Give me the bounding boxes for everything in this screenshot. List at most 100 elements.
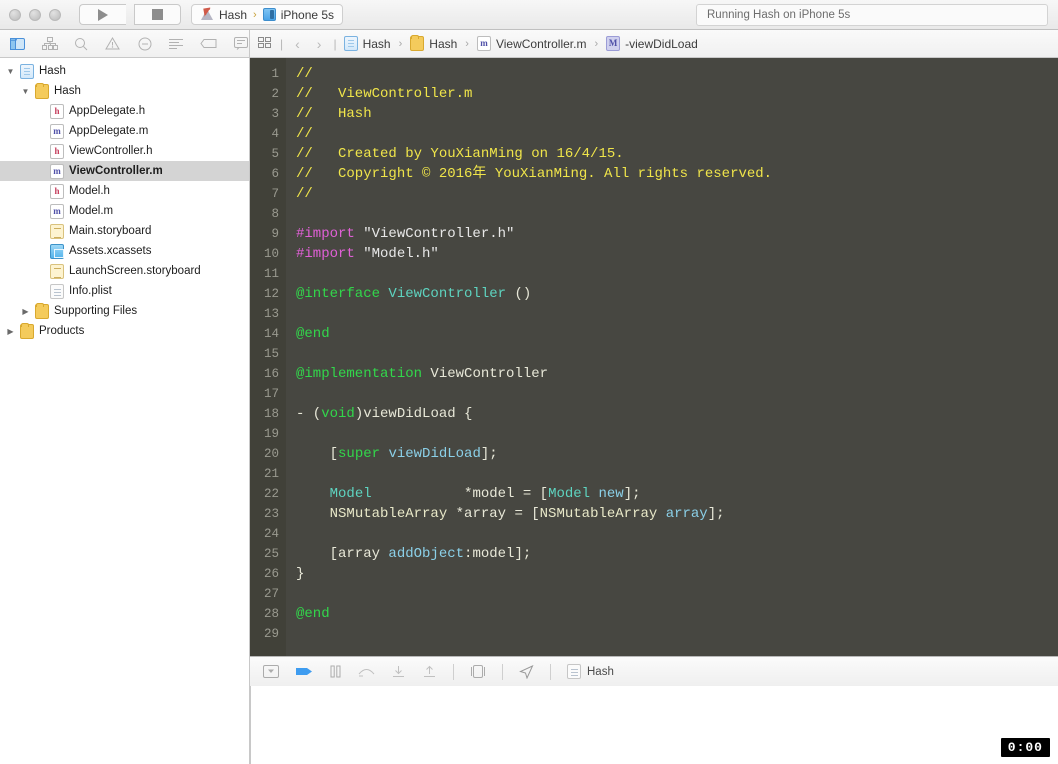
debug-view-hierarchy-icon[interactable] (295, 665, 313, 678)
line-number: 17 (263, 387, 279, 401)
scheme-selector[interactable]: Hash › iPhone 5s (191, 4, 344, 25)
code-token: *model = [ (371, 486, 549, 502)
navigator-item-hash[interactable]: Hash (0, 61, 249, 81)
code-token: Model (548, 486, 591, 502)
code-token: [array (296, 546, 389, 562)
find-navigator-icon[interactable] (74, 36, 90, 51)
line-number: 9 (271, 227, 279, 241)
code-token: #import (296, 226, 355, 242)
symbol-navigator-icon[interactable] (41, 36, 58, 51)
code-token: void (321, 406, 355, 422)
minimize-button[interactable] (29, 8, 41, 21)
step-out-icon[interactable] (422, 665, 437, 678)
navigator-item-label: ViewController.m (69, 165, 163, 177)
project-navigator-icon[interactable] (10, 36, 26, 51)
line-number: 16 (263, 367, 279, 381)
breadcrumb-chevron-icon: › (398, 37, 403, 50)
jump-forward-button[interactable]: › (312, 36, 327, 52)
destination-name: iPhone 5s (280, 7, 335, 22)
pause-icon[interactable] (329, 665, 342, 678)
navigator-item-launchscreen-storyboard[interactable]: LaunchScreen.storyboard (0, 261, 249, 281)
step-over-icon[interactable] (358, 665, 375, 678)
code-token: @end (296, 326, 330, 342)
navigator-item-supporting-files[interactable]: Supporting Files (0, 301, 249, 321)
main-content: Hash Hash h AppDelegate.h m AppDelegate.m h Vie… (0, 58, 1058, 686)
line-number: 27 (263, 587, 279, 601)
navigator-item-viewcontroller-m[interactable]: m ViewController.m (0, 161, 249, 181)
line-number: 6 (271, 167, 279, 181)
disclosure-triangle-icon[interactable] (21, 87, 30, 96)
report-navigator-icon[interactable] (233, 36, 249, 51)
code-area[interactable]: // // ViewController.m // Hash // // Created… (286, 58, 1058, 656)
window-controls (0, 8, 61, 21)
navigator-item-info-plist[interactable]: Info.plist (0, 281, 249, 301)
navigator-item-label: Model.m (69, 205, 114, 217)
navigator-item-appdelegate-m[interactable]: m AppDelegate.m (0, 121, 249, 141)
navigator-item-label: Model.h (69, 185, 110, 197)
line-number: 19 (263, 427, 279, 441)
navigator-item-hash[interactable]: Hash (0, 81, 249, 101)
navigator-item-viewcontroller-h[interactable]: h ViewController.h (0, 141, 249, 161)
line-number: 29 (263, 627, 279, 641)
source-editor[interactable]: 1 2 3 4 5 6 7 8 9 10 11 12 13 14 15 16 17 18 19 20 21 22 23 24 2… (250, 58, 1058, 656)
jump-back-button[interactable]: ‹ (290, 36, 305, 52)
related-items-icon[interactable] (258, 36, 273, 52)
disclosure-triangle-icon[interactable] (6, 327, 15, 336)
code-line: #import "Model.h" (296, 244, 1058, 264)
run-button[interactable] (79, 4, 126, 25)
code-line: // ViewController.m (296, 84, 1058, 104)
breadcrumb-chevron-icon: › (594, 37, 599, 50)
navigator-item-label: Products (39, 325, 85, 337)
step-into-icon[interactable] (391, 665, 406, 678)
objc-file-icon: m (50, 123, 64, 139)
hide-debug-area-icon[interactable] (263, 665, 279, 678)
project-navigator[interactable]: Hash Hash h AppDelegate.h m AppDelegate.m h Vie… (0, 58, 250, 686)
navigator-item-model-h[interactable]: h Model.h (0, 181, 249, 201)
navigator-item-assets-xcassets[interactable]: Assets.xcassets (0, 241, 249, 261)
line-number: 22 (263, 487, 279, 501)
console-area[interactable] (250, 686, 1058, 764)
navigator-item-label: LaunchScreen.storyboard (69, 265, 201, 277)
close-button[interactable] (9, 8, 21, 21)
code-token: new (598, 486, 624, 502)
code-token: @interface (296, 286, 381, 302)
xcode-app-icon (200, 8, 214, 21)
disclosure-triangle-icon[interactable] (21, 307, 30, 316)
zoom-button[interactable] (49, 8, 61, 21)
breakpoint-navigator-icon[interactable] (200, 36, 217, 51)
code-line: // Copyright © 2016年 YouXianMing. All ri… (296, 164, 1058, 184)
disclosure-triangle-icon[interactable] (6, 67, 15, 76)
breadcrumb-item-project[interactable]: Hash (343, 36, 391, 51)
process-selector[interactable]: Hash (567, 664, 614, 679)
code-token: ]; (623, 486, 641, 502)
play-icon (98, 8, 108, 21)
breadcrumb-label: Hash (362, 36, 391, 51)
code-token: #import (296, 246, 355, 262)
navigator-item-appdelegate-h[interactable]: h AppDelegate.h (0, 101, 249, 121)
code-token: :model]; (464, 546, 532, 562)
navigator-item-label: Info.plist (69, 285, 112, 297)
code-token: array (665, 506, 708, 522)
stop-button[interactable] (134, 4, 181, 25)
navigator-item-products[interactable]: Products (0, 321, 249, 341)
test-navigator-icon[interactable] (137, 36, 153, 51)
navigator-item-main-storyboard[interactable]: Main.storyboard (0, 221, 249, 241)
breadcrumb-item-group[interactable]: Hash (410, 35, 458, 51)
issue-navigator-icon[interactable] (105, 36, 121, 51)
code-token: // (296, 66, 313, 82)
debug-navigator-icon[interactable] (168, 36, 184, 51)
breadcrumb-item-symbol[interactable]: M -viewDidLoad (606, 36, 698, 51)
code-line: // Hash (296, 104, 1058, 124)
breadcrumb-item-file[interactable]: m ViewController.m (476, 36, 586, 51)
line-number: 7 (271, 187, 279, 201)
navigator-item-model-m[interactable]: m Model.m (0, 201, 249, 221)
code-token: - ( (296, 406, 322, 422)
plist-icon (50, 283, 64, 299)
simulate-location-icon[interactable] (519, 664, 534, 679)
debug-view-icon[interactable] (470, 665, 486, 678)
line-number: 3 (271, 107, 279, 121)
breadcrumb-label: Hash (429, 36, 458, 51)
